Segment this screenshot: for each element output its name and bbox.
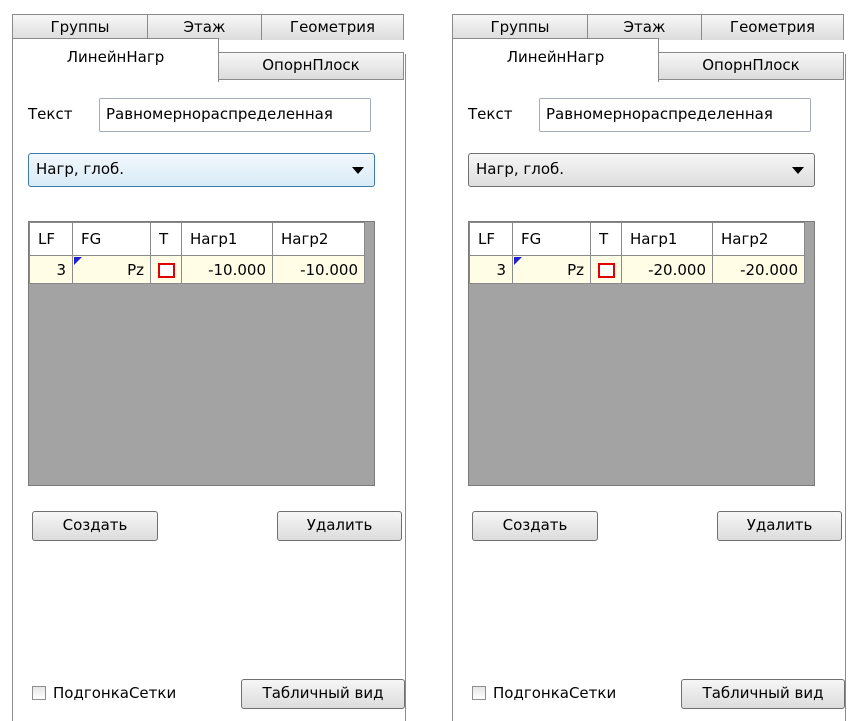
column-header-lf[interactable]: LF [469, 222, 513, 256]
column-header-lf[interactable]: LF [29, 222, 73, 256]
load-panel-right: Группы Этаж Геометрия ОпорнПлоск ЛинейнН… [452, 0, 852, 721]
cell-t[interactable] [590, 255, 622, 284]
load-grid: LF FG T Нагр1 Нагр2 3 Pz -10.000 -10.000 [29, 222, 365, 284]
tab-linear-load[interactable]: ЛинейнНагр [452, 38, 659, 82]
load-panel-left: Группы Этаж Геометрия ОпорнПлоск ЛинейнН… [12, 0, 412, 721]
tab-groups[interactable]: Группы [452, 14, 588, 40]
load-table[interactable]: LF FG T Нагр1 Нагр2 3 Pz -20.000 -20.000 [468, 221, 815, 486]
cell-fg[interactable]: Pz [512, 255, 591, 284]
column-header-load2[interactable]: Нагр2 [272, 222, 365, 256]
cell-load1[interactable]: -10.000 [181, 255, 273, 284]
cell-load2[interactable]: -10.000 [272, 255, 365, 284]
table-header-row: LF FG T Нагр1 Нагр2 [29, 222, 365, 256]
load-grid: LF FG T Нагр1 Нагр2 3 Pz -20.000 -20.000 [469, 222, 805, 284]
cell-fg-value: Pz [127, 260, 144, 279]
cell-lf[interactable]: 3 [469, 255, 513, 284]
red-square-icon [157, 262, 175, 278]
column-header-fg[interactable]: FG [512, 222, 591, 256]
checkbox-icon[interactable] [32, 686, 46, 700]
cell-lf[interactable]: 3 [29, 255, 73, 284]
mesh-fit-label: ПодгонкаСетки [493, 684, 617, 702]
tab-floor[interactable]: Этаж [147, 14, 262, 40]
text-label: Текст [28, 105, 73, 123]
tab-groups[interactable]: Группы [12, 14, 148, 40]
cell-fg[interactable]: Pz [72, 255, 151, 284]
chevron-down-icon[interactable] [352, 167, 364, 174]
tab-floor[interactable]: Этаж [587, 14, 702, 40]
table-header-row: LF FG T Нагр1 Нагр2 [469, 222, 805, 256]
table-row[interactable]: 3 Pz -10.000 -10.000 [29, 255, 365, 284]
column-header-t[interactable]: T [590, 222, 622, 256]
table-view-button[interactable]: Табличный вид [241, 679, 405, 709]
table-view-button[interactable]: Табличный вид [681, 679, 845, 709]
load-type-value: Нагр, глоб. [36, 160, 125, 178]
load-type-value: Нагр, глоб. [476, 160, 565, 178]
tab-support-plane[interactable]: ОпорнПлоск [658, 52, 844, 80]
load-type-dropdown[interactable]: Нагр, глоб. [468, 153, 815, 187]
tab-linear-load[interactable]: ЛинейнНагр [12, 38, 219, 82]
create-button[interactable]: Создать [472, 511, 598, 541]
red-square-icon [597, 262, 615, 278]
cell-fg-value: Pz [567, 260, 584, 279]
table-row[interactable]: 3 Pz -20.000 -20.000 [469, 255, 805, 284]
text-label: Текст [468, 105, 513, 123]
column-header-load1[interactable]: Нагр1 [181, 222, 273, 256]
column-header-load1[interactable]: Нагр1 [621, 222, 713, 256]
tab-geometry[interactable]: Геометрия [261, 14, 404, 40]
cell-load2[interactable]: -20.000 [712, 255, 805, 284]
delete-button[interactable]: Удалить [717, 511, 842, 541]
chevron-down-icon[interactable] [792, 167, 804, 174]
tab-support-plane[interactable]: ОпорнПлоск [218, 52, 404, 80]
delete-button[interactable]: Удалить [277, 511, 402, 541]
cell-t[interactable] [150, 255, 182, 284]
corner-marker-icon [74, 257, 82, 265]
load-type-dropdown[interactable]: Нагр, глоб. [28, 153, 375, 187]
checkbox-icon[interactable] [472, 686, 486, 700]
mesh-fit-label: ПодгонкаСетки [53, 684, 177, 702]
corner-marker-icon [514, 257, 522, 265]
text-input[interactable]: Равномернораспределенная [99, 98, 371, 132]
column-header-fg[interactable]: FG [72, 222, 151, 256]
text-input[interactable]: Равномернораспределенная [539, 98, 811, 132]
tab-geometry[interactable]: Геометрия [701, 14, 844, 40]
column-header-t[interactable]: T [150, 222, 182, 256]
load-table[interactable]: LF FG T Нагр1 Нагр2 3 Pz -10.000 -10.000 [28, 221, 375, 486]
cell-load1[interactable]: -20.000 [621, 255, 713, 284]
column-header-load2[interactable]: Нагр2 [712, 222, 805, 256]
create-button[interactable]: Создать [32, 511, 158, 541]
